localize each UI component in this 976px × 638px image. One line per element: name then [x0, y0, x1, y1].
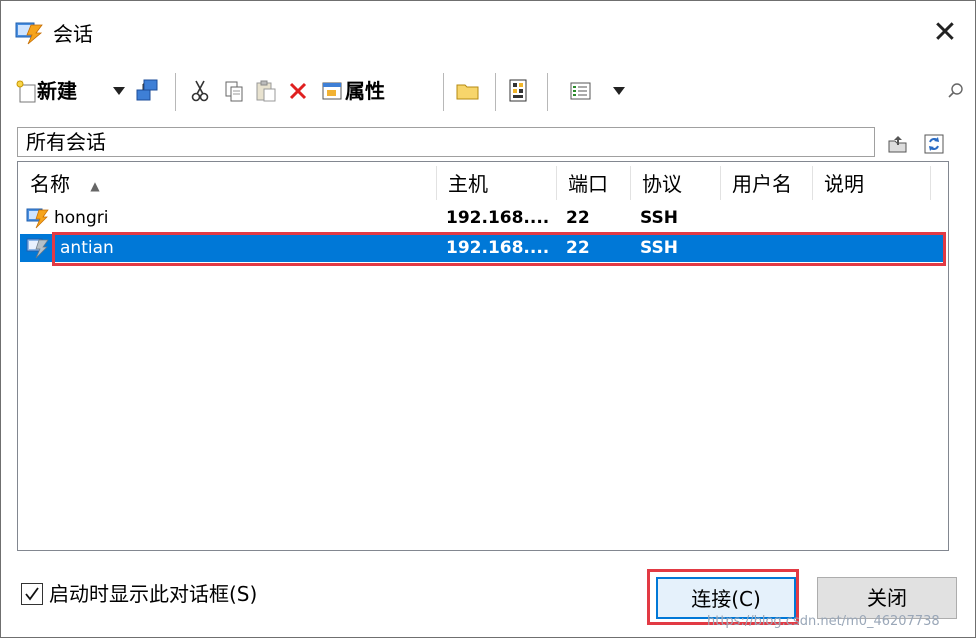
toolbar: 新建 属性 — [11, 69, 969, 115]
path-label: 所有会话 — [26, 130, 106, 154]
import-export-button[interactable] — [507, 75, 531, 107]
close-icon[interactable]: ✕ — [925, 15, 965, 53]
annotation-highlight-row — [52, 232, 946, 266]
paste-icon — [256, 80, 276, 102]
properties-label: 属性 — [345, 79, 385, 103]
copy-icon — [225, 81, 243, 102]
session-host: 192.168.... — [446, 208, 550, 228]
properties-button[interactable]: 属性 — [321, 75, 385, 107]
view-button[interactable] — [569, 75, 593, 107]
watermark: https://blog.csdn.net/m0_46207738 — [707, 614, 940, 629]
toolbar-separator — [547, 73, 548, 111]
startup-checkbox-label[interactable]: 启动时显示此对话框(S) — [49, 579, 257, 609]
new-dropdown-button[interactable] — [113, 75, 125, 107]
column-divider[interactable] — [556, 166, 557, 200]
view-dropdown-button[interactable] — [613, 75, 625, 107]
session-list: 名称 ▲ 主机 端口 协议 用户名 说明 hongri 192.168.... … — [17, 161, 949, 551]
toolbar-separator — [175, 73, 176, 111]
new-button[interactable]: 新建 — [15, 75, 77, 107]
delete-button[interactable] — [287, 75, 309, 107]
refresh-icon[interactable] — [923, 133, 945, 155]
table-row[interactable]: hongri 192.168.... 22 SSH — [20, 204, 946, 232]
session-path-bar[interactable]: 所有会话 — [17, 127, 875, 157]
column-divider[interactable] — [630, 166, 631, 200]
search-input[interactable] — [787, 77, 967, 105]
folder-icon — [456, 84, 479, 100]
checkmark-icon — [25, 587, 39, 601]
toolbar-separator — [443, 73, 444, 111]
cut-icon — [191, 80, 209, 102]
window-title: 会话 — [53, 22, 93, 46]
column-divider[interactable] — [930, 166, 931, 200]
app-icon — [15, 22, 43, 45]
session-icon — [26, 238, 49, 259]
session-port: 22 — [566, 208, 590, 228]
view-icon — [570, 82, 591, 100]
session-name: hongri — [54, 208, 109, 228]
column-header-port[interactable]: 端口 — [568, 168, 608, 202]
copy-session-button[interactable] — [135, 75, 159, 107]
sort-ascending-icon: ▲ — [90, 178, 100, 193]
dropdown-caret-icon — [613, 87, 625, 95]
dropdown-caret-icon — [113, 87, 125, 95]
import-export-icon — [509, 79, 527, 102]
column-name-label: 名称 — [30, 172, 70, 196]
copy-button[interactable] — [223, 75, 245, 107]
session-icon — [26, 208, 49, 229]
toolbar-separator — [495, 73, 496, 111]
column-header-note[interactable]: 说明 — [824, 168, 864, 202]
paste-button[interactable] — [255, 75, 277, 107]
session-protocol: SSH — [640, 208, 678, 228]
search-icon[interactable] — [947, 82, 965, 100]
properties-icon — [322, 82, 342, 100]
new-session-icon — [16, 80, 36, 103]
title-bar: 会话 ✕ — [1, 1, 975, 67]
column-divider[interactable] — [436, 166, 437, 200]
new-label: 新建 — [37, 79, 77, 103]
copy-session-icon — [136, 79, 158, 101]
column-header-name[interactable]: 名称 ▲ — [30, 168, 430, 202]
column-header-protocol[interactable]: 协议 — [642, 168, 682, 202]
session-dialog: 会话 ✕ 新建 属性 所有会话 名称 ▲ 主机 端口 协议 用户名 说明 hon… — [0, 0, 976, 638]
delete-icon — [289, 82, 307, 100]
column-header-host[interactable]: 主机 — [448, 168, 488, 202]
column-divider[interactable] — [720, 166, 721, 200]
startup-checkbox[interactable] — [21, 583, 43, 605]
cut-button[interactable] — [189, 75, 211, 107]
new-folder-button[interactable] — [455, 75, 481, 107]
column-header-user[interactable]: 用户名 — [732, 168, 792, 202]
column-divider[interactable] — [812, 166, 813, 200]
up-folder-icon[interactable] — [887, 133, 909, 155]
